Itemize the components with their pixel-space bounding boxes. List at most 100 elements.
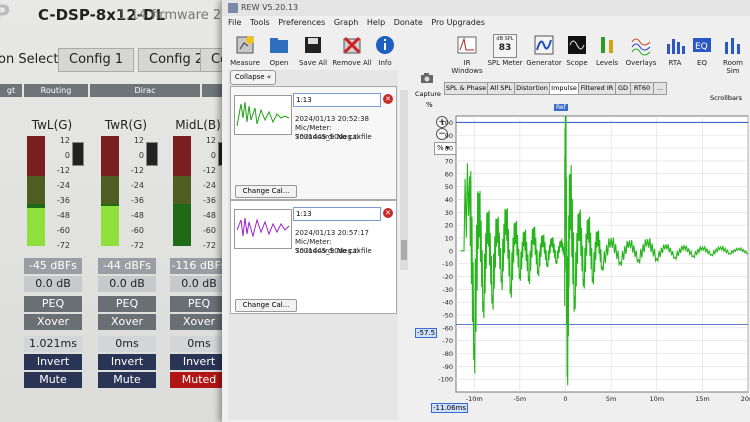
peq-button[interactable]: PEQ xyxy=(98,296,156,312)
peq-button[interactable]: PEQ xyxy=(170,296,228,312)
delay-value[interactable]: 0ms xyxy=(98,336,156,352)
rta-icon xyxy=(667,39,685,54)
menu-graph[interactable]: Graph xyxy=(334,18,359,27)
scope-button[interactable]: Scope xyxy=(562,34,592,67)
ir-windows-button[interactable]: IR Windows xyxy=(448,34,486,75)
collapse-button[interactable]: Collapse « xyxy=(230,70,276,85)
open-button[interactable]: Open xyxy=(262,34,296,67)
rew-title: REW V5.20.13 xyxy=(241,3,299,12)
scale-tick: -36 xyxy=(130,196,144,205)
tab-filtered-ir[interactable]: Filtered IR xyxy=(578,82,616,95)
spl-meter-button[interactable]: dB SPL 83 SPL Meter xyxy=(486,34,524,67)
tab-rt60[interactable]: RT60 xyxy=(630,82,654,95)
scale-tick: 12 xyxy=(59,136,70,145)
x-tick-label: 20m xyxy=(741,395,750,403)
scale-tick: -60 xyxy=(56,226,70,235)
measurements-sidebar: Collapse « 1:13 ✕ 2024/01/13 20:52:38 Mi… xyxy=(228,70,398,420)
scale-tick: -12 xyxy=(130,166,144,175)
measure-label: Measure xyxy=(230,59,260,67)
scale-tick: -60 xyxy=(202,226,216,235)
levels-label: Levels xyxy=(595,59,619,67)
capture-label[interactable]: Capture xyxy=(415,90,441,98)
sidebar-scrollbar[interactable] xyxy=(400,90,408,270)
scale-tick: -24 xyxy=(130,181,144,190)
menu-tools[interactable]: Tools xyxy=(250,18,270,27)
cursor-y-readout: -57.5 xyxy=(415,328,438,338)
gain-fader[interactable] xyxy=(146,142,158,166)
mute-button[interactable]: Mute xyxy=(98,372,156,388)
info-button[interactable]: Info xyxy=(368,34,402,67)
ref-marker[interactable]: Ref xyxy=(554,104,568,111)
invert-button[interactable]: Invert xyxy=(24,354,82,370)
generator-button[interactable]: Generator xyxy=(526,34,562,67)
menu-pro-upgrades[interactable]: Pro Upgrades xyxy=(431,18,485,27)
rta-button[interactable]: RTA xyxy=(660,34,690,67)
tab-impulse[interactable]: Impulse xyxy=(549,82,579,95)
tab-routing[interactable]: Routing xyxy=(24,84,88,97)
x-tick-label: -10m xyxy=(466,395,483,403)
rta-label: RTA xyxy=(668,59,682,67)
save-all-button[interactable]: Save All xyxy=(296,34,330,67)
scrollbars-label[interactable]: Scrollbars xyxy=(710,94,742,102)
tab-more[interactable]: ... xyxy=(653,82,667,95)
menu-help[interactable]: Help xyxy=(367,18,385,27)
menu-donate[interactable]: Donate xyxy=(394,18,423,27)
invert-button[interactable]: Invert xyxy=(98,354,156,370)
gain-value[interactable]: 0.0 dB xyxy=(170,276,228,292)
change-cal-button[interactable]: Change Cal... xyxy=(235,185,297,198)
eq-button[interactable]: EQ EQ xyxy=(688,34,716,67)
impulse-chart[interactable]: 1009080706050403020100-10-20-30-40-50-60… xyxy=(432,104,750,406)
gain-fader[interactable] xyxy=(72,142,84,166)
tab-more[interactable] xyxy=(202,84,222,97)
close-icon[interactable]: ✕ xyxy=(383,94,393,104)
gain-value[interactable]: 0.0 dB xyxy=(24,276,82,292)
save-icon xyxy=(305,37,321,53)
xover-button[interactable]: Xover xyxy=(170,314,228,330)
y-tick-label: -80 xyxy=(442,350,453,358)
xover-button[interactable]: Xover xyxy=(24,314,82,330)
x-tick-label: 0 xyxy=(563,395,567,403)
tab-all-spl[interactable]: All SPL xyxy=(487,82,515,95)
scale-tick: -48 xyxy=(56,211,70,220)
change-cal-button[interactable]: Change Cal... xyxy=(235,299,297,312)
channel-name: TwL(G) xyxy=(31,118,73,132)
overlays-button[interactable]: Overlays xyxy=(624,34,658,67)
level-meter xyxy=(101,136,119,246)
measurement-name-field[interactable]: 1:13 xyxy=(293,93,381,107)
measurement-panel-2[interactable]: 1:13 ✕ 2024/01/13 20:57:17 Mic/Meter: 70… xyxy=(230,200,397,314)
y-tick-label: 0 xyxy=(449,247,453,255)
delay-value[interactable]: 1.021ms xyxy=(24,336,82,352)
scrollbar-thumb[interactable] xyxy=(401,240,407,260)
tab-spl-phase[interactable]: SPL & Phase xyxy=(444,82,488,95)
scale-tick: -60 xyxy=(130,226,144,235)
ir-windows-label: IR Windows xyxy=(451,59,483,75)
config-1-button[interactable]: Config 1 xyxy=(58,48,135,72)
levels-button[interactable]: Levels xyxy=(592,34,622,67)
room-sim-button[interactable]: Room Sim xyxy=(716,34,750,75)
scale-tick: -72 xyxy=(56,241,70,250)
invert-button[interactable]: Invert xyxy=(170,354,228,370)
scale-tick: -72 xyxy=(130,241,144,250)
camera-icon[interactable] xyxy=(420,72,434,84)
remove-all-button[interactable]: Remove All xyxy=(332,34,372,67)
close-icon[interactable]: ✕ xyxy=(383,208,393,218)
measurement-name-field[interactable]: 1:13 xyxy=(293,207,381,221)
save-all-label: Save All xyxy=(298,59,328,67)
tab-dirac[interactable]: Dirac xyxy=(90,84,200,97)
scope-icon xyxy=(568,36,586,54)
xover-button[interactable]: Xover xyxy=(98,314,156,330)
measure-button[interactable]: Measure xyxy=(228,34,262,67)
measurement-panel-1[interactable]: 1:13 ✕ 2024/01/13 20:52:38 Mic/Meter: 70… xyxy=(230,86,397,200)
y-tick-label: 90 xyxy=(445,132,453,140)
tab-gd[interactable]: GD xyxy=(615,82,631,95)
delay-value[interactable]: 0ms xyxy=(170,336,228,352)
tab-output[interactable]: gt xyxy=(0,84,22,97)
muted-button[interactable]: Muted xyxy=(170,372,228,388)
menu-file[interactable]: File xyxy=(228,18,241,27)
menu-preferences[interactable]: Preferences xyxy=(278,18,325,27)
peq-button[interactable]: PEQ xyxy=(24,296,82,312)
mute-button[interactable]: Mute xyxy=(24,372,82,388)
tab-distortion[interactable]: Distortion xyxy=(514,82,550,95)
rew-window: REW V5.20.13 File Tools Preferences Grap… xyxy=(222,0,750,422)
gain-value[interactable]: 0.0 dB xyxy=(98,276,156,292)
